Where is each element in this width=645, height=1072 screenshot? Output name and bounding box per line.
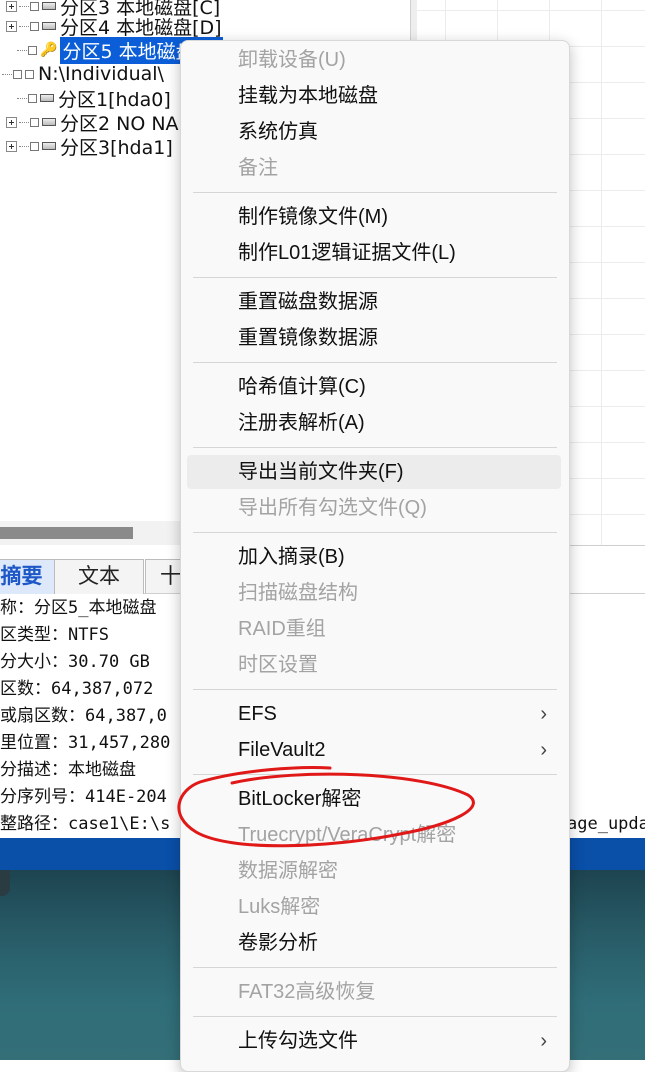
annotation-ellipse xyxy=(177,766,475,848)
annotation-stroke xyxy=(177,766,475,848)
